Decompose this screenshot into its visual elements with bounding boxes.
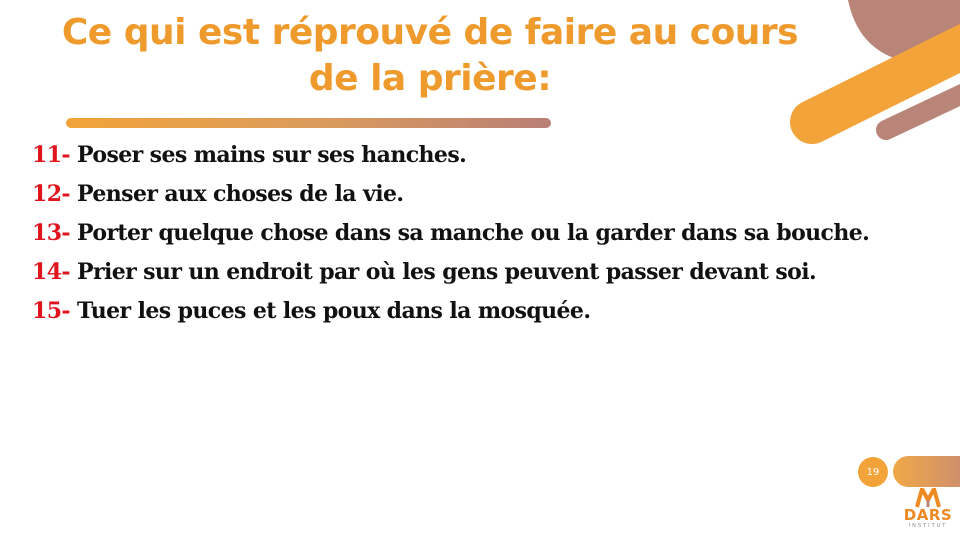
item-number: 15-: [32, 298, 71, 324]
item-number: 12-: [32, 181, 71, 207]
item-text: Poser ses mains sur ses hanches.: [69, 142, 467, 168]
item-text: Tuer les puces et les poux dans la mosqu…: [69, 298, 591, 324]
title-underline: [66, 118, 551, 128]
item-list: 11- Poser ses mains sur ses hanches. 12-…: [32, 140, 932, 335]
item-number: 13-: [32, 220, 71, 246]
list-item: 13- Porter quelque chose dans sa manche …: [32, 218, 932, 249]
logo-mark-icon: [915, 488, 941, 508]
item-number: 11-: [32, 142, 71, 168]
slide-title: Ce qui est réprouvé de faire au cours de…: [30, 10, 830, 102]
slide: Ce qui est réprouvé de faire au cours de…: [0, 0, 960, 540]
list-item: 15- Tuer les puces et les poux dans la m…: [32, 296, 932, 327]
page-number-bar: [893, 456, 960, 487]
list-item: 14- Prier sur un endroit par où les gens…: [32, 257, 932, 288]
item-text: Porter quelque chose dans sa manche ou l…: [69, 220, 870, 246]
logo-name: DARS: [903, 506, 953, 524]
item-number: 14-: [32, 259, 71, 285]
title-line-1: Ce qui est réprouvé de faire au cours: [61, 12, 799, 53]
dars-logo: DARS INSTITUT: [896, 488, 960, 540]
title-line-2: de la prière:: [308, 58, 552, 99]
item-text: Prier sur un endroit par où les gens peu…: [69, 259, 817, 285]
list-item: 12- Penser aux choses de la vie.: [32, 179, 932, 210]
item-text: Penser aux choses de la vie.: [69, 181, 404, 207]
page-number-badge: 19: [858, 457, 888, 487]
list-item: 11- Poser ses mains sur ses hanches.: [32, 140, 932, 171]
